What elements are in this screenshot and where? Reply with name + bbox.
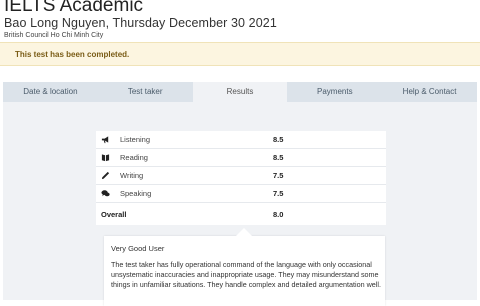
- book-icon: [101, 153, 110, 162]
- band-description-text: The test taker has fully operational com…: [111, 260, 381, 290]
- tab-help-contact[interactable]: Help & Contact: [382, 82, 477, 102]
- overall-label: Overall: [101, 210, 127, 219]
- tab-results[interactable]: Results: [192, 82, 288, 102]
- result-row-writing: Writing 7.5: [96, 167, 386, 185]
- skill-name: Listening: [120, 135, 151, 144]
- result-row-reading: Reading 8.5: [96, 149, 386, 167]
- tab-test-taker[interactable]: Test taker: [98, 82, 193, 102]
- status-message: This test has been completed.: [15, 50, 130, 59]
- band-score: 7.5: [273, 189, 284, 198]
- page-title: IELTS Academic: [4, 0, 144, 16]
- results-table: Listening 8.5 Reading 8.5 Writing 7.5 Sp…: [96, 131, 386, 225]
- skill-name: Reading: [120, 153, 148, 162]
- test-subtitle: Bao Long Nguyen, Thursday December 30 20…: [4, 16, 277, 30]
- tab-bar: Date & location Test taker Results Payme…: [3, 82, 477, 102]
- result-row-listening: Listening 8.5: [96, 131, 386, 149]
- pencil-icon: [101, 171, 110, 180]
- overall-band-score: 8.0: [273, 210, 284, 219]
- megaphone-icon: [101, 135, 110, 144]
- result-row-speaking: Speaking 7.5: [96, 185, 386, 203]
- test-centre: British Council Ho Chi Minh City: [4, 32, 104, 39]
- band-description-box: Very Good User The test taker has fully …: [104, 228, 385, 306]
- band-score: 8.5: [273, 153, 284, 162]
- band-description-title: Very Good User: [111, 244, 165, 253]
- skill-name: Writing: [120, 171, 144, 180]
- speech-bubbles-icon: [101, 189, 110, 198]
- band-score: 7.5: [273, 171, 284, 180]
- overall-row: Overall 8.0: [96, 203, 386, 225]
- status-banner: This test has been completed.: [0, 42, 480, 66]
- band-score: 8.5: [273, 135, 284, 144]
- skill-name: Speaking: [120, 189, 152, 198]
- tab-payments[interactable]: Payments: [287, 82, 382, 102]
- tab-date-location[interactable]: Date & location: [3, 82, 98, 102]
